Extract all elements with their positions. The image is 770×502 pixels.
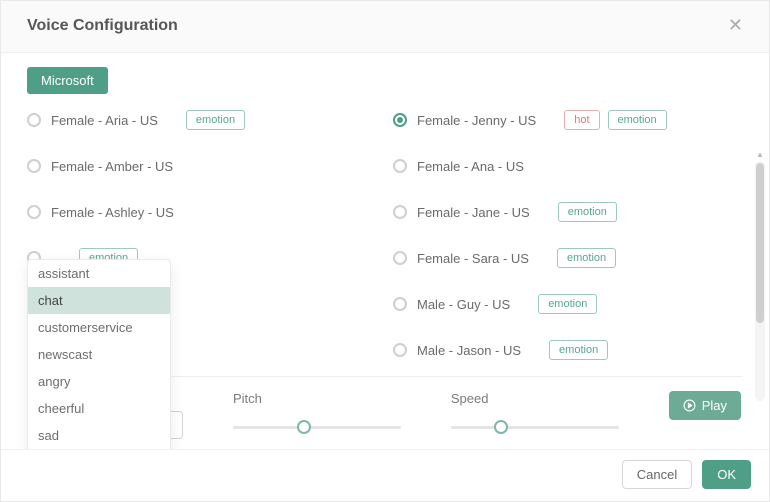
voice-config-dialog: Voice Configuration ✕ Microsoft Female -… <box>0 0 770 502</box>
pitch-slider[interactable] <box>233 420 401 434</box>
voice-label: Female - Sara - US <box>417 251 529 266</box>
voice-radio[interactable] <box>393 159 407 173</box>
titlebar: Voice Configuration ✕ <box>1 1 769 53</box>
voice-label: Female - Aria - US <box>51 113 158 128</box>
cancel-button[interactable]: Cancel <box>622 460 692 489</box>
style-dropdown-panel[interactable]: assistantchatcustomerservicenewscastangr… <box>27 259 171 449</box>
style-option[interactable]: customerservice <box>28 314 170 341</box>
voice-row: Female - Amber - US <box>27 154 381 178</box>
voice-row: Female - Sara - US emotion <box>393 246 747 270</box>
voice-label: Male - Guy - US <box>417 297 510 312</box>
ok-button[interactable]: OK <box>702 460 751 489</box>
speed-slider-block: Speed <box>451 391 619 434</box>
emotion-badge[interactable]: emotion <box>549 340 608 360</box>
voice-row: Male - Jason - US emotion <box>393 338 747 362</box>
voice-radio[interactable] <box>393 343 407 357</box>
voice-row: Female - Jane - US emotion <box>393 200 747 224</box>
voice-radio[interactable] <box>27 113 41 127</box>
style-option[interactable]: newscast <box>28 341 170 368</box>
emotion-badge[interactable]: emotion <box>557 248 616 268</box>
dialog-title: Voice Configuration <box>27 17 178 35</box>
voice-radio[interactable] <box>27 205 41 219</box>
style-option[interactable]: cheerful <box>28 395 170 422</box>
voice-label: Female - Amber - US <box>51 159 173 174</box>
close-icon[interactable]: ✕ <box>722 13 749 38</box>
dialog-body: Microsoft Female - Aria - USemotionFemal… <box>1 53 769 449</box>
emotion-badge[interactable]: emotion <box>186 110 245 130</box>
voice-radio[interactable] <box>393 113 407 127</box>
emotion-badge[interactable]: emotion <box>608 110 667 130</box>
play-icon <box>683 399 696 412</box>
scroll-up-icon[interactable]: ▲ <box>755 151 765 159</box>
emotion-badge[interactable]: emotion <box>538 294 597 314</box>
footer: Cancel OK <box>1 449 769 501</box>
speed-label: Speed <box>451 391 619 406</box>
emotion-badge[interactable]: emotion <box>558 202 617 222</box>
voice-row: Female - Aria - US emotion <box>27 108 381 132</box>
style-option[interactable]: chat <box>28 287 170 314</box>
voice-radio[interactable] <box>393 205 407 219</box>
voice-label: Female - Ana - US <box>417 159 524 174</box>
voice-row: Male - Guy - US emotion <box>393 292 747 316</box>
voice-label: Female - Jenny - US <box>417 113 536 128</box>
style-option[interactable]: sad <box>28 422 170 449</box>
speed-slider[interactable] <box>451 420 619 434</box>
voice-radio[interactable] <box>27 159 41 173</box>
voice-row: Female - Ashley - US <box>27 200 381 224</box>
hot-badge: hot <box>564 110 599 130</box>
provider-tab-microsoft[interactable]: Microsoft <box>27 67 108 94</box>
pitch-slider-block: Pitch <box>233 391 401 434</box>
play-button[interactable]: Play <box>669 391 741 420</box>
play-label: Play <box>702 398 727 413</box>
scroll-thumb[interactable] <box>756 163 764 323</box>
voice-row: Female - Jenny - US hot emotion <box>393 108 747 132</box>
style-option[interactable]: angry <box>28 368 170 395</box>
voice-row: Female - Ana - US <box>393 154 747 178</box>
speed-thumb[interactable] <box>494 420 508 434</box>
pitch-label: Pitch <box>233 391 401 406</box>
voice-label: Female - Jane - US <box>417 205 530 220</box>
voice-label: Female - Ashley - US <box>51 205 174 220</box>
voice-label: Male - Jason - US <box>417 343 521 358</box>
voice-radio[interactable] <box>393 297 407 311</box>
style-option[interactable]: assistant <box>28 260 170 287</box>
pitch-thumb[interactable] <box>297 420 311 434</box>
voice-radio[interactable] <box>393 251 407 265</box>
voice-scrollbar[interactable]: ▲ <box>755 161 765 401</box>
